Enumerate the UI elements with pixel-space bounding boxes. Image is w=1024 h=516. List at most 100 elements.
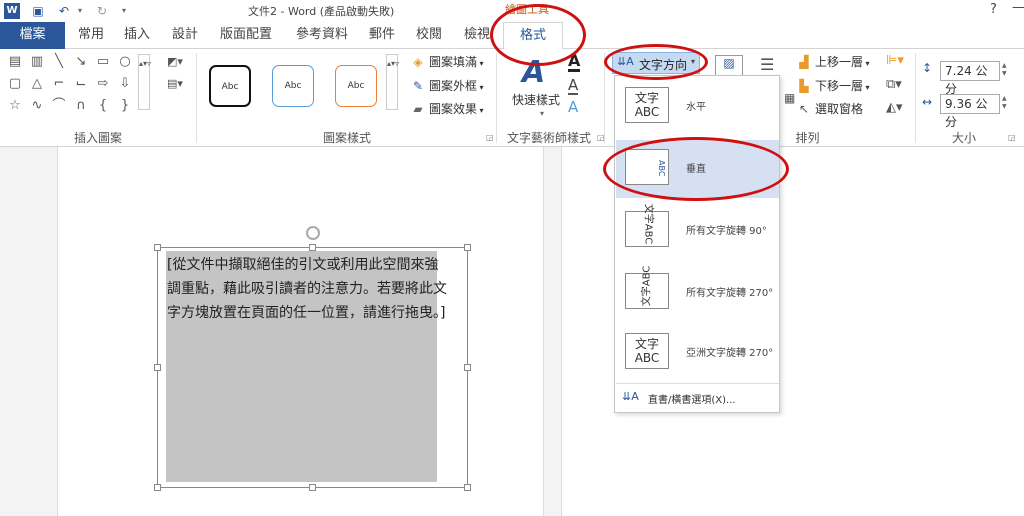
minimize-button[interactable]: — — [1012, 0, 1024, 15]
rounded-rect-shape-icon[interactable]: ▢ — [6, 76, 24, 92]
star-shape-icon[interactable]: ☆ — [6, 98, 24, 114]
text-direction-options-label: 直書/橫書選項(X)... — [648, 395, 736, 406]
right-brace-shape-icon[interactable]: } — [116, 98, 134, 114]
annotation-circle-format-tab — [490, 4, 586, 66]
align-objects-icon[interactable]: ⊫▾ — [886, 53, 904, 68]
group-label-shape-styles: 圖案樣式 — [322, 131, 371, 145]
resize-handle-bm[interactable] — [309, 484, 316, 491]
arrow-shape-icon[interactable]: ↘ — [72, 54, 90, 70]
align-icon[interactable]: ▦ — [784, 91, 795, 105]
shape-style-black[interactable]: Abc — [209, 65, 251, 107]
shape-styles-launcher-icon[interactable]: ◲ — [486, 133, 494, 142]
resize-handle-tr[interactable] — [464, 244, 471, 251]
text-outline-icon[interactable]: A — [568, 77, 579, 95]
shape-effects-label: 圖案效果 — [429, 102, 478, 116]
resize-handle-bl[interactable] — [154, 484, 161, 491]
undo-icon[interactable]: ↶ — [56, 3, 72, 19]
shape-style-blue[interactable]: Abc — [272, 65, 314, 107]
resize-handle-tl[interactable] — [154, 244, 161, 251]
menu-item-label: 所有文字旋轉 270° — [686, 288, 774, 299]
quick-styles-button[interactable]: 快速樣式 — [512, 91, 560, 108]
quick-styles-dropdown-icon[interactable]: ▾ — [540, 109, 544, 118]
document-title: 文件2 - Word (產品啟動失敗) — [248, 5, 395, 18]
tab-layout[interactable]: 版面配置 — [214, 22, 278, 49]
rotate-objects-icon[interactable]: ◭▾ — [886, 100, 903, 115]
elbow-arrow-shape-icon[interactable]: ⌙ — [72, 76, 90, 92]
left-brace-shape-icon[interactable]: { — [94, 98, 112, 114]
freeform-shape-icon[interactable]: ∿ — [28, 98, 46, 114]
bring-forward-icon: ▟ — [799, 55, 809, 69]
customize-qat-icon[interactable]: ▾ — [116, 3, 132, 19]
menu-item-text-direction-options[interactable]: ⇊A 直書/橫書選項(X)... — [616, 383, 779, 411]
group-label-insert-shapes: 插入圖案 — [73, 131, 122, 145]
effects-icon: ▰ — [413, 102, 423, 116]
line-shape-icon[interactable]: ╲ — [50, 54, 68, 70]
shape-effects-button[interactable]: ▰ 圖案效果 ▾ — [410, 100, 483, 117]
tab-references[interactable]: 參考資料 — [290, 22, 354, 49]
text-box-content[interactable]: [從文件中擷取絕佳的引文或利用此空間來強調重點，藉此吸引讀者的注意力。若要將此文… — [167, 253, 452, 325]
arc-shape-icon[interactable]: ⌒ — [50, 98, 68, 114]
text-effects-icon[interactable]: A — [568, 99, 578, 115]
save-icon[interactable]: ▣ — [30, 3, 46, 19]
width-icon: ↔ — [922, 95, 933, 109]
tab-design[interactable]: 設計 — [166, 22, 204, 49]
text-box-shape-icon[interactable]: ▤ — [6, 54, 24, 70]
height-icon: ↕ — [922, 61, 933, 75]
undo-dropdown-icon[interactable]: ▾ — [72, 3, 88, 19]
height-field[interactable]: 7.24 公分 — [940, 61, 1000, 96]
vertical-text-box-shape-icon[interactable]: ▥ — [28, 54, 46, 70]
bring-forward-button[interactable]: ▟ 上移一層 ▾ — [796, 53, 869, 70]
menu-item-rotate-90[interactable]: 文字ABC 所有文字旋轉 90° — [616, 202, 779, 260]
menu-item-asian-rotate-270[interactable]: 文字ABC 亞洲文字旋轉 270° — [616, 324, 779, 382]
help-button[interactable]: ? — [990, 2, 997, 17]
menu-item-rotate-270[interactable]: 文字ABC 所有文字旋轉 270° — [616, 264, 779, 322]
size-launcher-icon[interactable]: ◲ — [1008, 133, 1016, 142]
shape-outline-button[interactable]: ✎ 圖案外框 ▾ — [410, 77, 484, 94]
tab-file[interactable]: 檔案 — [0, 22, 65, 49]
word-logo-icon: W — [4, 3, 20, 19]
rotate-90-text-icon: 文字ABC — [625, 204, 669, 247]
height-spinner-icon[interactable]: ▲ ▼ — [1002, 62, 1007, 78]
annotation-circle-vertical — [603, 137, 789, 201]
resize-handle-ml[interactable] — [154, 364, 161, 371]
tab-review[interactable]: 校閱 — [410, 22, 448, 49]
curve-shape-icon[interactable]: ∩ — [72, 98, 90, 114]
position-icon[interactable]: ▨ — [715, 55, 743, 77]
menu-item-horizontal[interactable]: 文字ABC 水平 — [616, 78, 779, 136]
draw-text-box-icon[interactable]: ▤▾ — [160, 76, 190, 92]
group-label-wordart: 文字藝術師樣式 — [506, 131, 591, 145]
width-field[interactable]: 9.36 公分 — [940, 94, 1000, 129]
shape-outline-label: 圖案外框 — [429, 79, 478, 93]
text-direction-menu: 文字ABC 水平 ABC 垂直 文字ABC 所有文字旋轉 90° 文字ABC 所… — [614, 75, 780, 413]
group-objects-icon[interactable]: ⧉▾ — [886, 77, 902, 92]
triangle-shape-icon[interactable]: △ — [28, 76, 46, 92]
edit-shape-icon[interactable]: ◩▾ — [160, 54, 190, 70]
width-spinner-icon[interactable]: ▲ ▼ — [1002, 95, 1007, 111]
oval-shape-icon[interactable]: ○ — [116, 54, 134, 70]
selection-pane-button[interactable]: ↖ 選取窗格 — [796, 100, 863, 117]
horizontal-text-icon: 文字ABC — [625, 87, 669, 123]
send-backward-button[interactable]: ▙ 下移一層 ▾ — [796, 77, 869, 94]
send-backward-label: 下移一層 — [815, 79, 864, 93]
resize-handle-br[interactable] — [464, 484, 471, 491]
send-backward-icon: ▙ — [799, 79, 809, 93]
menu-item-label: 亞洲文字旋轉 270° — [686, 348, 774, 359]
resize-handle-tm[interactable] — [309, 244, 316, 251]
shapes-gallery-scroll-icon[interactable]: ▴▾▿ — [138, 54, 151, 110]
right-arrow-shape-icon[interactable]: ⇨ — [94, 76, 112, 92]
resize-handle-mr[interactable] — [464, 364, 471, 371]
style-gallery-scroll-icon[interactable]: ▴▾▿ — [386, 54, 399, 110]
rotate-270-text-icon: 文字ABC — [625, 266, 669, 309]
selection-pane-label: 選取窗格 — [815, 102, 864, 116]
redo-icon[interactable]: ↻ — [94, 3, 110, 19]
shape-style-orange[interactable]: Abc — [335, 65, 377, 107]
rectangle-shape-icon[interactable]: ▭ — [94, 54, 112, 70]
elbow-connector-shape-icon[interactable]: ⌐ — [50, 76, 68, 92]
down-arrow-shape-icon[interactable]: ⇩ — [116, 76, 134, 92]
selection-pane-icon: ↖ — [798, 102, 810, 116]
tab-home[interactable]: 常用 — [72, 22, 110, 49]
tab-insert[interactable]: 插入 — [118, 22, 156, 49]
tab-mailings[interactable]: 郵件 — [364, 22, 400, 49]
rotate-handle[interactable] — [306, 226, 320, 240]
shape-fill-button[interactable]: ◈ 圖案填滿 ▾ — [410, 53, 483, 70]
